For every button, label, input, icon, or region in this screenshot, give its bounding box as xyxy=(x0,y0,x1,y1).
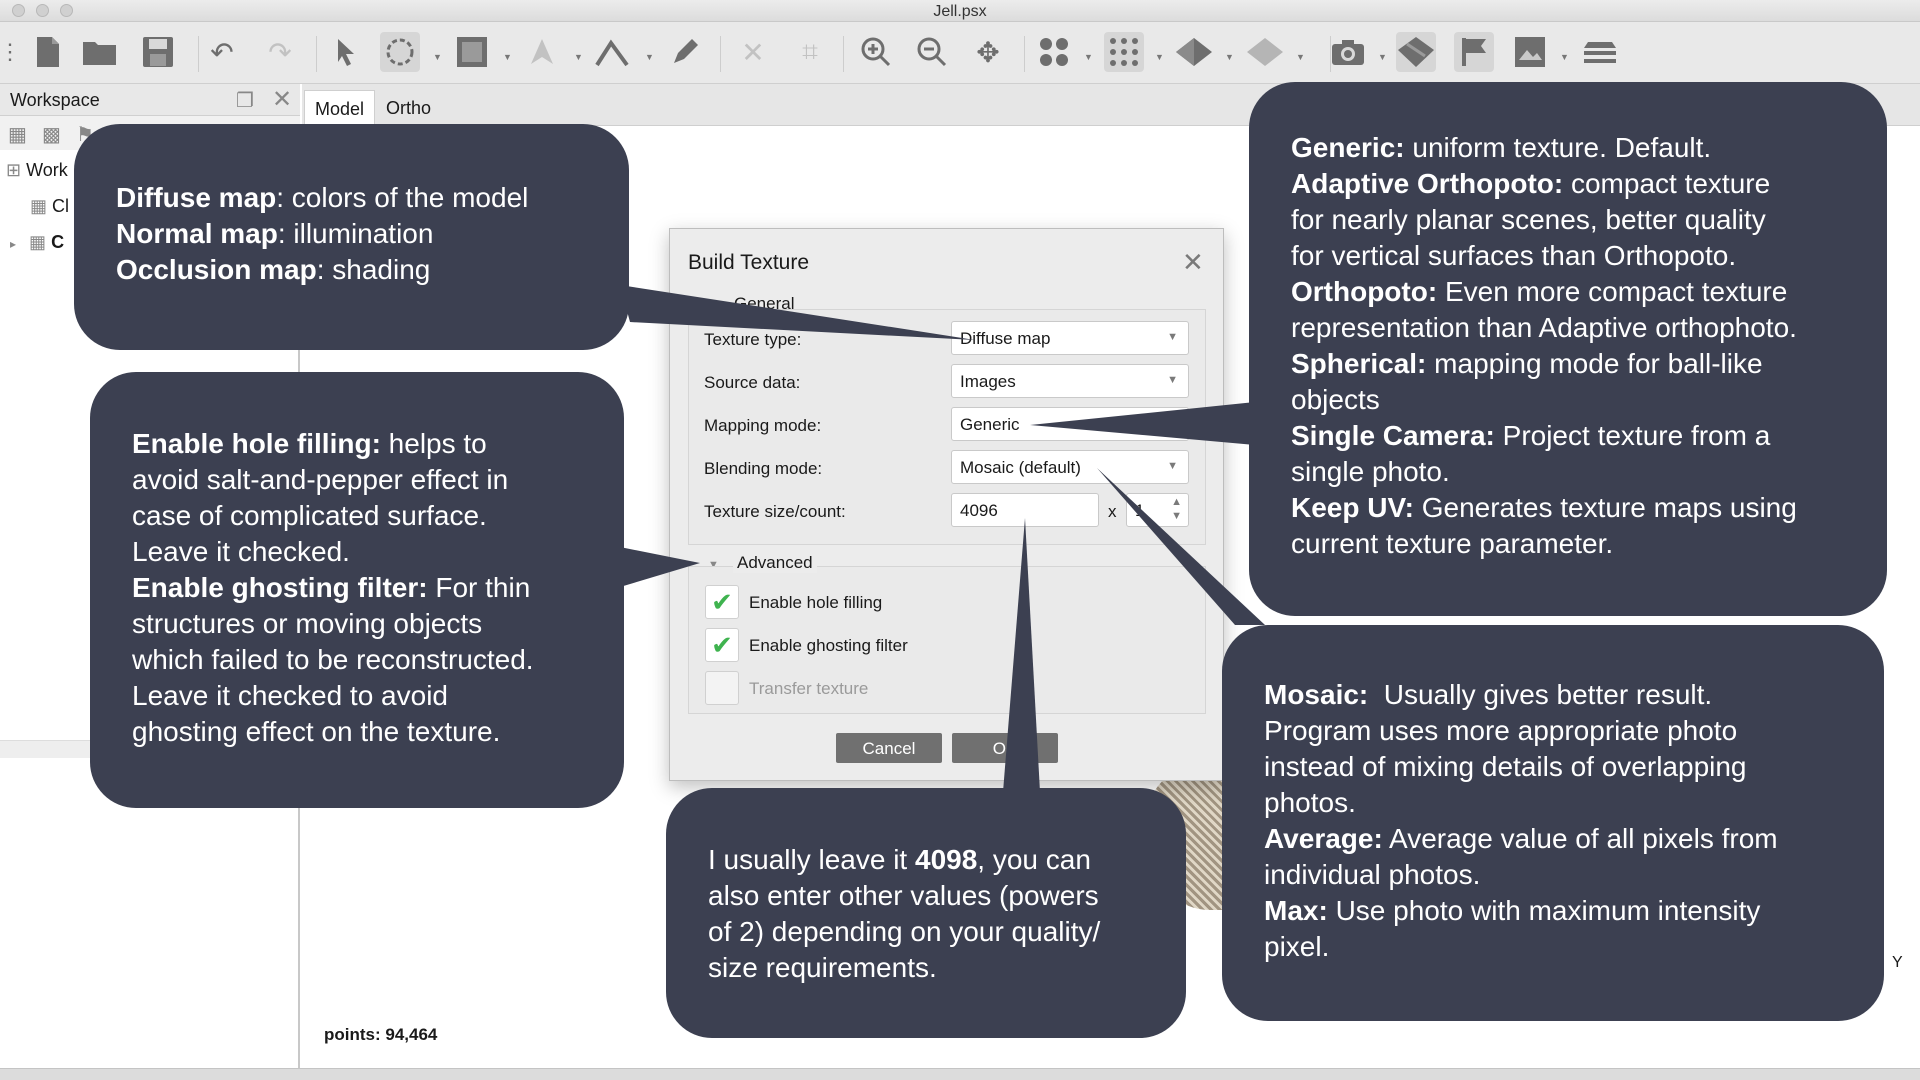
pointer-size xyxy=(1003,518,1040,792)
callout-line: Spherical: mapping mode for ball-like xyxy=(1291,348,1763,379)
callout-line: current texture parameter. xyxy=(1291,528,1614,559)
callout-line: for nearly planar scenes, better quality xyxy=(1291,204,1766,235)
callout-line: ghosting effect on the texture. xyxy=(132,716,501,747)
callout-texture-size: I usually leave it 4098, you can also en… xyxy=(666,788,1186,1038)
callout-mapping-mode: Generic: uniform texture. Default. Adapt… xyxy=(1249,82,1887,616)
callout-advanced: Enable hole filling: helps to avoid salt… xyxy=(90,372,624,808)
callout-line: structures or moving objects xyxy=(132,608,483,639)
callout-blending-mode: Mosaic: Usually gives better result. Pro… xyxy=(1222,625,1884,1021)
pointer-texture-type xyxy=(620,285,975,340)
callout-line: which failed to be reconstructed. xyxy=(132,644,534,675)
callout-line: for vertical surfaces than Orthopoto. xyxy=(1291,240,1737,271)
callout-line: Max: Use photo with maximum intensity xyxy=(1264,895,1761,926)
callout-line: Single Camera: Project texture from a xyxy=(1291,420,1771,451)
callout-line: Enable hole filling: helps to xyxy=(132,428,487,459)
callout-line: Mosaic: Usually gives better result. xyxy=(1264,679,1713,710)
callout-line: Program uses more appropriate photo xyxy=(1264,715,1738,746)
callout-line: individual photos. xyxy=(1264,859,1481,890)
callout-line: of 2) depending on your quality/ xyxy=(708,916,1101,947)
callout-line: photos. xyxy=(1264,787,1356,818)
callout-line: Adaptive Orthopoto: compact texture xyxy=(1291,168,1771,199)
callout-line: representation than Adaptive orthophoto. xyxy=(1291,312,1797,343)
callout-line: Occlusion map: shading xyxy=(116,254,431,285)
callout-line: Normal map: illumination xyxy=(116,218,434,249)
callout-line: Keep UV: Generates texture maps using xyxy=(1291,492,1797,523)
pointer-blending xyxy=(1097,468,1265,625)
callout-line: Enable ghosting filter: For thin xyxy=(132,572,531,603)
callout-line: size requirements. xyxy=(708,952,937,983)
callout-line: also enter other values (powers xyxy=(708,880,1099,911)
callout-line: case of complicated surface. xyxy=(132,500,487,531)
callout-line: Leave it checked. xyxy=(132,536,350,567)
callout-line: Average: Average value of all pixels fro… xyxy=(1264,823,1778,854)
pointer-mapping xyxy=(1030,402,1255,445)
callout-line: avoid salt-and-pepper effect in xyxy=(132,464,509,495)
callout-line: Orthopoto: Even more compact texture xyxy=(1291,276,1788,307)
callout-line: I usually leave it 4098, you can xyxy=(708,844,1091,875)
callout-line: Leave it checked to avoid xyxy=(132,680,448,711)
callout-line: instead of mixing details of overlapping xyxy=(1264,751,1747,782)
callout-line: Generic: uniform texture. Default. xyxy=(1291,132,1712,163)
callout-line: objects xyxy=(1291,384,1380,415)
callout-line: pixel. xyxy=(1264,931,1330,962)
callout-line: single photo. xyxy=(1291,456,1450,487)
callout-texture-type: Diffuse map: colors of the model Normal … xyxy=(74,124,629,350)
callout-line: Diffuse map: colors of the model xyxy=(116,182,529,213)
